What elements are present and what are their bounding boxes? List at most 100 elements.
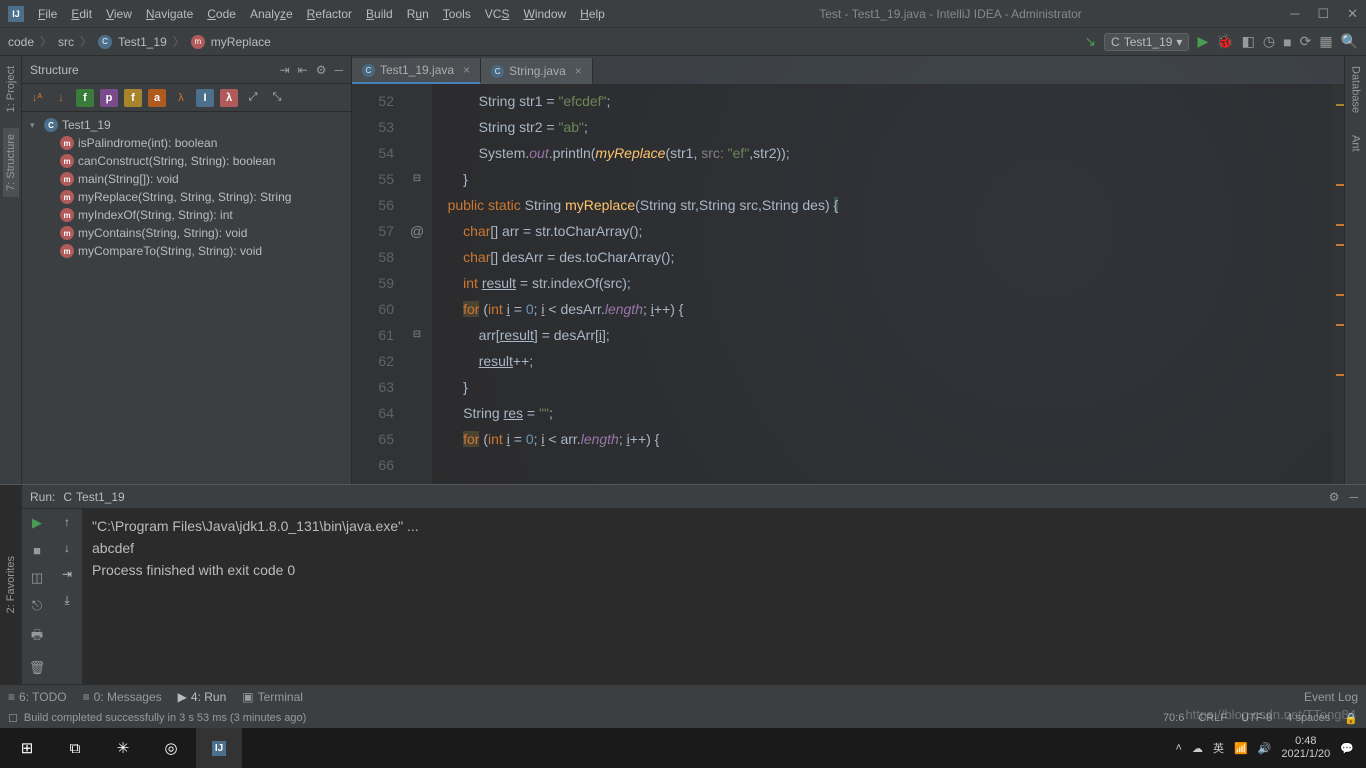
structure-tool-tab[interactable]: 7: Structure — [3, 128, 19, 197]
intellij-taskbar-icon[interactable]: IJ — [196, 728, 242, 768]
up-icon[interactable]: ↑ — [64, 515, 70, 529]
menu-vcs[interactable]: VCS — [479, 5, 516, 23]
search-icon[interactable]: 🔍 — [1341, 33, 1358, 50]
crumb-class[interactable]: Test1_19 — [118, 35, 167, 49]
crumb-method[interactable]: myReplace — [211, 35, 271, 49]
error-stripe[interactable] — [1332, 84, 1344, 484]
filter-inner-icon[interactable]: I — [196, 89, 214, 107]
menu-help[interactable]: Help — [574, 5, 611, 23]
todo-tool-tab[interactable]: ≡ 6: TODO — [8, 690, 67, 704]
crumb-src[interactable]: src — [58, 35, 74, 49]
gear-icon[interactable]: ⚙ — [1329, 490, 1340, 504]
event-log-tab[interactable]: Event Log — [1304, 690, 1358, 704]
ant-tool-tab[interactable]: Ant — [1348, 129, 1364, 158]
indent-setting[interactable]: 4 spaces — [1286, 712, 1330, 724]
taskbar-clock[interactable]: 0:48 2021/1/20 — [1281, 735, 1330, 761]
menu-build[interactable]: Build — [360, 5, 399, 23]
file-encoding[interactable]: UTF-8 — [1241, 712, 1272, 724]
crumb-code[interactable]: code — [8, 35, 34, 49]
filter-inherited-icon[interactable]: f — [124, 89, 142, 107]
tree-method-node[interactable]: mmyReplace(String, String, String): Stri… — [22, 188, 351, 206]
database-tool-tab[interactable]: Database — [1348, 60, 1364, 119]
tray-chevron-icon[interactable]: ˄ — [1176, 742, 1182, 754]
run-tool-tab[interactable]: ▶ 4: Run — [178, 690, 227, 704]
menu-run[interactable]: Run — [401, 5, 435, 23]
code-text[interactable]: String str1 = "efcdef"; String str2 = "a… — [432, 84, 1332, 484]
coverage-icon[interactable]: ◧ — [1242, 33, 1255, 50]
autoscroll-from-icon[interactable]: ⤡ — [268, 89, 286, 107]
stop-icon[interactable]: ■ — [33, 543, 41, 558]
sort-alpha-icon[interactable]: ↓ᴬ — [28, 89, 46, 107]
collapse-icon[interactable]: ⇥ — [280, 63, 290, 77]
tree-method-node[interactable]: mmyContains(String, String): void — [22, 224, 351, 242]
override-icon[interactable]: @ — [406, 218, 428, 244]
close-icon[interactable]: ✕ — [1347, 6, 1358, 22]
tree-method-node[interactable]: mmyIndexOf(String, String): int — [22, 206, 351, 224]
task-view-icon[interactable]: ⧉ — [52, 728, 98, 768]
tray-notification-icon[interactable]: 💬 — [1340, 742, 1354, 755]
autoscroll-icon[interactable]: ⤢ — [244, 89, 262, 107]
filter-anon-icon[interactable]: a — [148, 89, 166, 107]
run-tab-label[interactable]: Test1_19 — [76, 490, 125, 504]
minimize-icon[interactable]: ─ — [1290, 6, 1299, 22]
tray-ime-icon[interactable]: 英 — [1213, 740, 1224, 756]
messages-tool-tab[interactable]: ≡ 0: Messages — [83, 690, 162, 704]
menu-analyze[interactable]: Analyze — [244, 5, 299, 23]
fold-icon[interactable]: ⊟ — [406, 322, 428, 348]
profile-icon[interactable]: ◷ — [1263, 33, 1275, 50]
stop-icon[interactable]: ■ — [1283, 34, 1291, 50]
menu-tools[interactable]: Tools — [437, 5, 477, 23]
favorites-tool-tab[interactable]: 2: Favorites — [3, 546, 19, 623]
update-icon[interactable]: ⟳ — [1300, 33, 1312, 50]
caret-position[interactable]: 70:6 — [1163, 712, 1184, 724]
debug-icon[interactable]: 🐞 — [1216, 33, 1233, 50]
menu-edit[interactable]: Edit — [65, 5, 98, 23]
tree-class-node[interactable]: ▾ C Test1_19 — [22, 116, 351, 134]
menu-window[interactable]: Window — [517, 5, 572, 23]
hide-icon[interactable]: ─ — [1349, 490, 1358, 504]
browser-icon[interactable]: ✳ — [100, 728, 146, 768]
menu-navigate[interactable]: Navigate — [140, 5, 199, 23]
lock-icon[interactable]: 🔒 — [1344, 712, 1358, 725]
expand-icon[interactable]: ⇤ — [298, 63, 308, 77]
rerun-icon[interactable]: ▶ — [32, 515, 42, 531]
print-icon[interactable]: 🖶 — [31, 626, 43, 648]
layout-icon[interactable]: ▦ — [1319, 33, 1332, 50]
filter-fields-icon[interactable]: f — [76, 89, 94, 107]
layout-icon[interactable]: ◫ — [31, 570, 43, 586]
menu-file[interactable]: File — [32, 5, 63, 23]
tray-wifi-icon[interactable]: 📶 — [1234, 742, 1248, 755]
code-area[interactable]: 525354555657585960616263646566 ⊟ @ ⊟ Str… — [352, 84, 1344, 484]
delete-icon[interactable]: 🗑 — [29, 660, 46, 676]
tree-method-node[interactable]: mmain(String[]): void — [22, 170, 351, 188]
close-tab-icon[interactable]: × — [575, 64, 582, 78]
menu-refactor[interactable]: Refactor — [301, 5, 358, 23]
editor-tab-test1-19[interactable]: C Test1_19.java × — [352, 58, 481, 84]
run-config-combo[interactable]: C Test1_19 ▾ — [1104, 33, 1189, 51]
hide-icon[interactable]: ─ — [334, 63, 343, 77]
run-icon[interactable]: ▶ — [1197, 33, 1208, 50]
filter-lambda-icon[interactable]: λ — [172, 89, 190, 107]
tree-method-node[interactable]: misPalindrome(int): boolean — [22, 134, 351, 152]
project-tool-tab[interactable]: 1: Project — [3, 60, 19, 118]
filter-nonpublic-icon[interactable]: λ — [220, 89, 238, 107]
terminal-tool-tab[interactable]: ▣ Terminal — [242, 690, 303, 704]
tray-cloud-icon[interactable]: ☁ — [1192, 742, 1203, 755]
tree-method-node[interactable]: mcanConstruct(String, String): boolean — [22, 152, 351, 170]
fold-icon[interactable]: ⊟ — [406, 166, 428, 192]
gear-icon[interactable]: ⚙ — [316, 63, 327, 77]
editor-tab-string[interactable]: C String.java × — [481, 58, 593, 84]
tree-method-node[interactable]: mmyCompareTo(String, String): void — [22, 242, 351, 260]
menu-code[interactable]: Code — [201, 5, 242, 23]
filter-props-icon[interactable]: p — [100, 89, 118, 107]
wrap-icon[interactable]: ⇥ — [62, 567, 72, 581]
maximize-icon[interactable]: ☐ — [1317, 6, 1329, 22]
app-icon[interactable]: ◎ — [148, 728, 194, 768]
sort-visibility-icon[interactable]: ↓ — [52, 89, 70, 107]
pin-icon[interactable]: ⎋ — [32, 598, 42, 614]
line-separator[interactable]: CRLF — [1198, 712, 1227, 724]
down-icon[interactable]: ↓ — [64, 541, 70, 555]
scroll-icon[interactable]: ⤓ — [64, 593, 69, 608]
build-icon[interactable]: ↘ — [1084, 33, 1096, 50]
tray-volume-icon[interactable]: 🔊 — [1258, 742, 1272, 755]
